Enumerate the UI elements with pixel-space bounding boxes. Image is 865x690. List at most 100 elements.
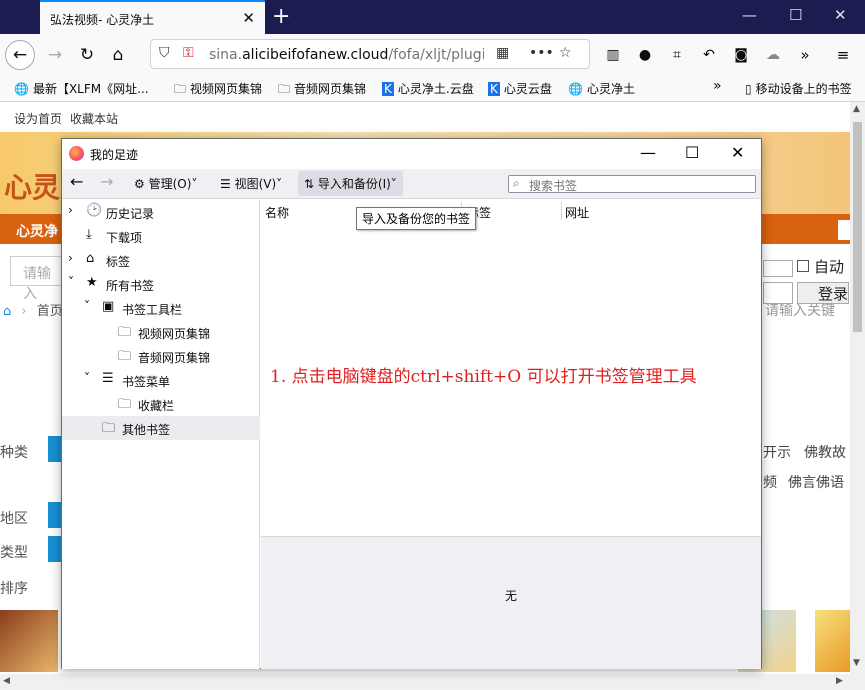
auto-login-checkbox-area xyxy=(763,260,793,277)
bookmark-list: 名称 标签 网址 导入及备份您的书签 1. 点击电脑键盘的ctrl+shift+… xyxy=(261,200,761,536)
bookmark-item[interactable]: 🌐 心灵净土 xyxy=(568,80,635,97)
bookmark-item[interactable]: K 心灵云盘 xyxy=(488,80,552,97)
bookmark-item[interactable]: K 心灵净土.云盘 xyxy=(382,80,474,97)
chevron-down-icon: ˅ xyxy=(191,177,198,191)
views-menu[interactable]: ☰ 视图(V)˅ xyxy=(220,175,282,192)
extension-icon[interactable]: ◙ xyxy=(726,40,756,70)
tag-link[interactable]: 频 xyxy=(763,472,777,492)
bookmark-star-icon[interactable]: ☆ xyxy=(559,45,572,61)
mobile-bookmarks[interactable]: ▯ 移动设备上的书签 xyxy=(745,80,852,97)
tree-item-other-bookmarks[interactable]: 🗀 其他书签 xyxy=(62,416,260,440)
filter-label-sort: 排序 xyxy=(0,581,28,597)
tree-item-folder[interactable]: 🗀 收藏栏 xyxy=(62,392,260,416)
scroll-thumb[interactable] xyxy=(853,122,862,332)
shield-icon[interactable]: ⛉ xyxy=(159,45,170,61)
phone-icon: ▯ xyxy=(745,82,752,96)
bookmark-item[interactable]: 🌐 最新【XLFM《网址... xyxy=(14,80,149,97)
overflow-icon[interactable]: » xyxy=(790,40,820,70)
new-tab-icon[interactable]: + xyxy=(272,4,290,29)
home-button[interactable]: ⌂ xyxy=(103,40,133,70)
tag-icon: ⌂ xyxy=(86,251,95,266)
tree-item-downloads[interactable]: ⤓ 下载项 xyxy=(62,224,260,248)
qr-code-icon[interactable]: ▦ xyxy=(496,45,509,61)
insecure-lock-icon[interactable]: ⚿ xyxy=(183,45,194,61)
auto-login-checkbox[interactable] xyxy=(797,260,809,272)
chevron-right-icon[interactable]: › xyxy=(68,203,73,217)
site-nav-item[interactable]: 心灵净 xyxy=(16,221,58,241)
maximize-icon[interactable]: ☐ xyxy=(789,6,802,24)
screenshot-icon[interactable]: ⌗ xyxy=(662,40,692,70)
tag-link[interactable]: 佛言佛语 xyxy=(788,472,844,492)
firefox-logo-icon xyxy=(69,146,84,161)
bookmark-folder[interactable]: 🗀 视频网页集锦 xyxy=(174,80,262,101)
back-button[interactable]: ← xyxy=(5,40,35,70)
tag-link[interactable]: 开示 xyxy=(763,442,791,462)
tree-item-folder[interactable]: 🗀 视频网页集锦 xyxy=(62,320,260,344)
undo-icon[interactable]: ↶ xyxy=(694,40,724,70)
search-icon: ⌕ xyxy=(513,176,520,190)
set-homepage-link[interactable]: 设为首页 xyxy=(14,110,62,127)
library-toolbar: ← → ⚙ 管理(O)˅ ☰ 视图(V)˅ ⇅ 导入和备份(I)˅ ⌕ 搜索书签 xyxy=(62,169,761,199)
tree-item-bookmarks-menu[interactable]: ˅ ☰ 书签菜单 xyxy=(62,368,260,392)
minimize-icon[interactable]: — xyxy=(640,143,656,162)
search-placeholder: 搜索书签 xyxy=(529,179,578,193)
tree-item-tags[interactable]: › ⌂ 标签 xyxy=(62,248,260,272)
column-header-name[interactable]: 名称 xyxy=(265,204,289,221)
chevron-down-icon[interactable]: ˅ xyxy=(84,371,90,385)
import-backup-menu[interactable]: ⇅ 导入和备份(I)˅ xyxy=(298,171,403,196)
bookmarks-overflow-icon[interactable]: » xyxy=(713,78,722,94)
star-icon: ★ xyxy=(86,275,98,290)
account-icon[interactable]: ● xyxy=(630,40,660,70)
library-window: 我的足迹 — ☐ ✕ ← → ⚙ 管理(O)˅ ☰ 视图(V)˅ ⇅ 导入和备份… xyxy=(61,138,762,669)
chevron-right-icon[interactable]: › xyxy=(68,251,73,265)
close-icon[interactable]: ✕ xyxy=(731,143,744,162)
library-icon[interactable]: ▥ xyxy=(598,40,628,70)
tree-item-history[interactable]: › 🕑 历史记录 xyxy=(62,200,260,224)
scroll-up-icon[interactable]: ▲ xyxy=(853,104,860,114)
forward-arrow-icon[interactable]: → xyxy=(100,172,113,191)
thumbnail[interactable] xyxy=(0,610,58,672)
add-favorite-link[interactable]: 收藏本站 xyxy=(70,110,118,127)
back-arrow-icon[interactable]: ← xyxy=(70,172,83,191)
minimize-icon[interactable]: — xyxy=(742,6,757,24)
gear-icon: ⚙ xyxy=(134,177,145,191)
tree-item-bookmarks-toolbar[interactable]: ˅ ▣ 书签工具栏 xyxy=(62,296,260,320)
thumbnail[interactable] xyxy=(815,610,850,672)
bookmark-search-input[interactable]: ⌕ 搜索书签 xyxy=(508,175,756,193)
column-divider[interactable] xyxy=(561,202,562,220)
library-titlebar: 我的足迹 — ☐ ✕ xyxy=(62,139,761,169)
menu-icon[interactable]: ≡ xyxy=(828,40,858,70)
keyword-input[interactable]: 请输入关键 xyxy=(765,300,835,320)
k-logo-icon: K xyxy=(382,82,394,96)
close-tab-icon[interactable]: ✕ xyxy=(242,9,255,27)
tag-link[interactable]: 佛教故 xyxy=(804,442,846,462)
chevron-down-icon[interactable]: ˅ xyxy=(68,275,74,289)
breadcrumb-home[interactable]: 首页 xyxy=(37,304,63,319)
details-pane: 无 xyxy=(261,536,761,669)
more-actions-icon[interactable]: ••• xyxy=(529,45,554,61)
tree-item-folder[interactable]: 🗀 音频网页集锦 xyxy=(62,344,260,368)
reload-button[interactable]: ↻ xyxy=(72,40,102,70)
horizontal-scrollbar[interactable]: ◀ ▶ xyxy=(0,674,865,690)
column-header-url[interactable]: 网址 xyxy=(565,204,589,221)
scroll-left-icon[interactable]: ◀ xyxy=(3,676,10,686)
sync-icon[interactable]: ☁ xyxy=(758,40,788,70)
filter-label-region: 地区 xyxy=(0,511,28,527)
bookmarks-toolbar: 🌐 最新【XLFM《网址... 🗀 视频网页集锦 🗀 音频网页集锦 K 心灵净土.云盘 … xyxy=(0,74,865,102)
maximize-icon[interactable]: ☐ xyxy=(685,143,699,162)
chevron-down-icon[interactable]: ˅ xyxy=(84,299,90,313)
bookmark-folder[interactable]: 🗀 音频网页集锦 xyxy=(278,80,366,101)
scroll-down-icon[interactable]: ▼ xyxy=(853,658,860,668)
active-tab[interactable]: 弘法视频- 心灵净土 ✕ xyxy=(40,0,265,34)
scroll-right-icon[interactable]: ▶ xyxy=(836,676,843,686)
forward-button[interactable]: → xyxy=(40,40,70,70)
globe-icon: 🌐 xyxy=(14,82,29,96)
tab-bar: 弘法视频- 心灵净土 ✕ + — ☐ ✕ xyxy=(0,0,865,34)
home-icon[interactable]: ⌂ xyxy=(3,304,11,319)
menu-icon: ☰ xyxy=(102,371,114,386)
close-window-icon[interactable]: ✕ xyxy=(834,6,847,24)
url-bar[interactable]: ⛉ ⚿ sina.alicibeifofanew.cloud/fofa/xljt… xyxy=(150,39,590,69)
organize-menu[interactable]: ⚙ 管理(O)˅ xyxy=(134,175,197,192)
tree-item-all-bookmarks[interactable]: ˅ ★ 所有书签 xyxy=(62,272,260,296)
vertical-scrollbar[interactable]: ▲ ▼ xyxy=(850,102,865,674)
